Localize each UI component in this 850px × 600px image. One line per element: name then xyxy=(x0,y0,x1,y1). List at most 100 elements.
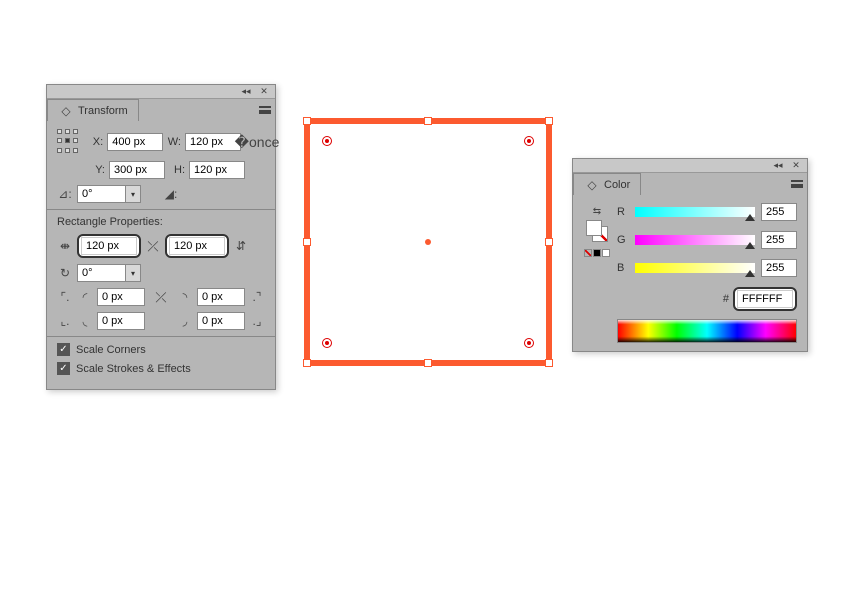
menu-icon xyxy=(259,106,271,114)
reference-point-grid[interactable] xyxy=(57,129,79,155)
r-slider[interactable] xyxy=(635,207,755,217)
rotate-input[interactable] xyxy=(77,185,125,203)
y-input[interactable] xyxy=(109,161,165,179)
r-input[interactable] xyxy=(761,203,797,221)
handle-l[interactable] xyxy=(303,238,311,246)
rotate-dropdown[interactable]: ▾ xyxy=(77,185,141,203)
link-corners-icon[interactable]: ⤫ xyxy=(153,289,169,305)
canvas-selected-rectangle[interactable] xyxy=(304,118,552,366)
rect-h-highlight xyxy=(165,234,229,258)
chevron-down-icon-2[interactable]: ▾ xyxy=(125,264,141,282)
close-panel-icon-2[interactable]: ✕ xyxy=(789,161,803,171)
handle-tl[interactable] xyxy=(303,117,311,125)
panel-menu-button-2[interactable] xyxy=(787,173,807,195)
corner-tl-input[interactable] xyxy=(97,288,145,306)
slider-thumb-icon[interactable] xyxy=(745,214,755,221)
handle-b[interactable] xyxy=(424,359,432,367)
radius-bl-icon: ◟ xyxy=(77,313,93,329)
panel-menu-button[interactable] xyxy=(255,99,275,121)
swap-colors-icon[interactable]: ⇆ xyxy=(589,203,605,219)
scale-corners-checkbox[interactable]: ✓ Scale Corners xyxy=(57,343,265,356)
corner-br-input[interactable] xyxy=(197,312,245,330)
color-spectrum[interactable] xyxy=(617,319,797,343)
corner-tr-icon: .⌝ xyxy=(249,289,265,305)
corner-bl-icon: ⌞. xyxy=(57,313,73,329)
x-label: X: xyxy=(89,136,103,148)
rect-h-input[interactable] xyxy=(169,237,225,255)
rect-w-input[interactable] xyxy=(81,237,137,255)
corner-row-1: ⌜. ◜ ⤫ ◝ .⌝ xyxy=(57,288,265,306)
rotate-rect-icon: ↻ xyxy=(57,265,73,281)
b-slider[interactable] xyxy=(635,263,755,273)
hex-highlight xyxy=(733,287,797,311)
g-slider-row: G xyxy=(617,231,797,249)
menu-icon-2 xyxy=(791,180,803,188)
fill-stroke-swatches[interactable]: ⇆ xyxy=(583,203,611,343)
corner-row-2: ⌞. ◟ ◞ .⌟ xyxy=(57,312,265,330)
check-icon: ✓ xyxy=(57,343,70,356)
h-input[interactable] xyxy=(189,161,245,179)
slider-thumb-icon-3[interactable] xyxy=(745,270,755,277)
fill-swatch[interactable] xyxy=(586,220,602,236)
rectangle-props-label: Rectangle Properties: xyxy=(57,216,265,228)
corner-widget-tl[interactable] xyxy=(322,136,332,146)
collapse-panel-icon[interactable]: ◂◂ xyxy=(239,87,253,97)
none-swatch-icon[interactable] xyxy=(584,249,592,257)
slider-thumb-icon-2[interactable] xyxy=(745,242,755,249)
g-input[interactable] xyxy=(761,231,797,249)
x-input[interactable] xyxy=(107,133,163,151)
white-swatch-icon[interactable] xyxy=(602,249,610,257)
rect-w-highlight xyxy=(77,234,141,258)
g-label: G xyxy=(617,234,629,246)
corner-tr-input[interactable] xyxy=(197,288,245,306)
shear-icon: ◢: xyxy=(163,186,179,202)
corner-widget-bl[interactable] xyxy=(322,338,332,348)
handle-br[interactable] xyxy=(545,359,553,367)
corner-bl-input[interactable] xyxy=(97,312,145,330)
transform-topbar: ◂◂ ✕ xyxy=(47,85,275,99)
tab-color[interactable]: ◇ Color xyxy=(573,173,641,195)
rect-size-row: ⇼ ⤫ ⇵ xyxy=(57,234,265,258)
handle-t[interactable] xyxy=(424,117,432,125)
handle-tr[interactable] xyxy=(545,117,553,125)
hex-input[interactable] xyxy=(737,290,793,308)
b-slider-row: B xyxy=(617,259,797,277)
y-label: Y: xyxy=(89,164,105,176)
link-wh-icon[interactable]: �once xyxy=(249,134,265,150)
color-tabrow: ◇ Color xyxy=(573,173,807,195)
tab-transform[interactable]: ◇ Transform xyxy=(47,99,139,121)
center-point[interactable] xyxy=(425,239,431,245)
corner-widget-br[interactable] xyxy=(524,338,534,348)
w-input[interactable] xyxy=(185,133,241,151)
h-label: H: xyxy=(169,164,185,176)
color-topbar: ◂◂ ✕ xyxy=(573,159,807,173)
corner-tl-icon: ⌜. xyxy=(57,289,73,305)
transform-tabrow: ◇ Transform xyxy=(47,99,275,121)
corner-widget-tr[interactable] xyxy=(524,136,534,146)
radius-tl-icon: ◜ xyxy=(77,289,93,305)
chevron-down-icon[interactable]: ▾ xyxy=(125,185,141,203)
radius-tr-icon: ◝ xyxy=(177,289,193,305)
close-panel-icon[interactable]: ✕ xyxy=(257,87,271,97)
g-slider[interactable] xyxy=(635,235,755,245)
scale-strokes-checkbox[interactable]: ✓ Scale Strokes & Effects xyxy=(57,362,265,375)
rect-rotate-dropdown[interactable]: ▾ xyxy=(77,264,141,282)
radius-br-icon: ◞ xyxy=(177,313,193,329)
color-panel: ◂◂ ✕ ◇ Color ⇆ R xyxy=(572,158,808,352)
hash-label: # xyxy=(723,293,729,305)
black-swatch-icon[interactable] xyxy=(593,249,601,257)
handle-bl[interactable] xyxy=(303,359,311,367)
hex-row: # xyxy=(617,287,797,311)
transform-panel: ◂◂ ✕ ◇ Transform X: W: �once Y: H: xyxy=(46,84,276,390)
rotate-row: ⊿: ▾ ◢: xyxy=(57,185,265,203)
r-slider-row: R xyxy=(617,203,797,221)
collapse-panel-icon-2[interactable]: ◂◂ xyxy=(771,161,785,171)
b-label: B xyxy=(617,262,629,274)
color-tab-label: Color xyxy=(604,179,630,191)
transform-tab-icon: ◇ xyxy=(58,103,74,119)
corner-br-icon: .⌟ xyxy=(249,313,265,329)
handle-r[interactable] xyxy=(545,238,553,246)
link-rect-icon[interactable]: ⤫ xyxy=(145,238,161,254)
rect-rotate-input[interactable] xyxy=(77,264,125,282)
b-input[interactable] xyxy=(761,259,797,277)
